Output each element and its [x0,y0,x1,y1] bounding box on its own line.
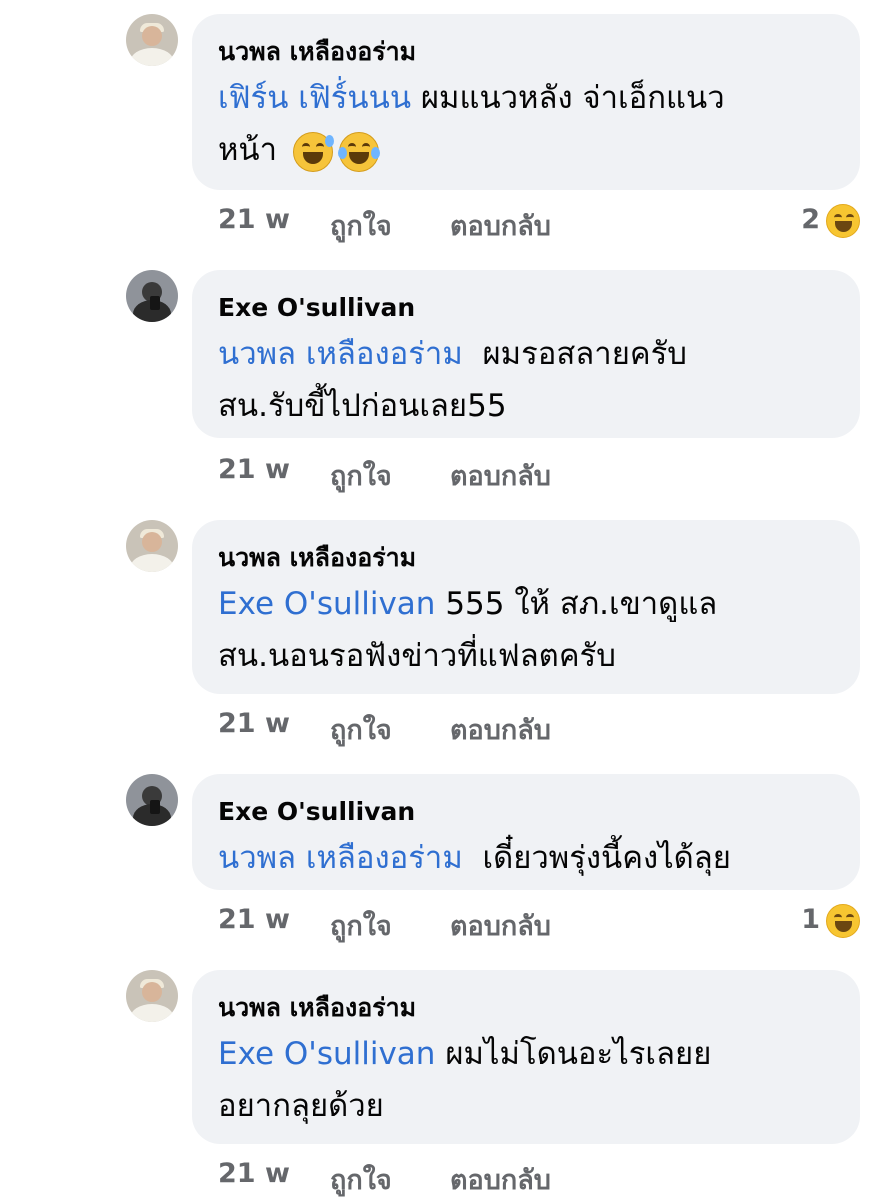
comment-timestamp[interactable]: 21 w [218,204,290,235]
comment-actions: 21 w ถูกใจ ตอบกลับ [218,1158,860,1198]
reaction-count: 2 [801,204,820,235]
grinning-sweat-emoji-icon [292,131,334,172]
comment-bubble: Exe O'sullivan นวพล เหลืองอร่าม ผมรอสลาย… [192,270,860,438]
comment-timestamp[interactable]: 21 w [218,708,290,739]
comment-author[interactable]: นวพล เหลืองอร่าม [218,992,834,1024]
comment-text: เฟิร์น เฟิร์่นนน ผมแนวหลัง จ่าเอ็กแนว หน… [218,72,834,176]
reaction-count: 1 [801,904,820,935]
comment-actions: 21 w ถูกใจ ตอบกลับ 2 [218,204,860,244]
comment-actions: 21 w ถูกใจ ตอบกลับ [218,708,860,748]
avatar[interactable] [126,14,178,66]
comment-actions: 21 w ถูกใจ ตอบกลับ [218,454,860,494]
comment-author[interactable]: Exe O'sullivan [218,796,834,828]
comment-body: 555 ให้ สภ.เขาดูแล [445,586,718,622]
haha-reaction-icon [826,204,860,238]
comment-text: Exe O'sullivan 555 ให้ สภ.เขาดูแล สน.นอน… [218,578,834,682]
like-button[interactable]: ถูกใจ [330,204,392,247]
comment-author[interactable]: นวพล เหลืองอร่าม [218,36,834,68]
tears-of-joy-emoji-icon [337,131,380,172]
comment-text: นวพล เหลืองอร่าม ผมรอสลายครับ สน.รับขี้ไ… [218,328,834,432]
comment-bubble: Exe O'sullivan นวพล เหลืองอร่าม เดี๋ยวพร… [192,774,860,890]
mention-link[interactable]: Exe O'sullivan [218,586,435,622]
comment-body: เดี๋ยวพรุ่งนี้คงได้ลุย [482,840,731,876]
comment-timestamp[interactable]: 21 w [218,454,290,485]
reply-button[interactable]: ตอบกลับ [450,904,551,947]
comment-timestamp[interactable]: 21 w [218,904,290,935]
haha-reaction-icon [826,904,860,938]
comment-body: ผมไม่โดนอะไรเลยย [445,1036,712,1072]
avatar[interactable] [126,774,178,826]
like-button[interactable]: ถูกใจ [330,708,392,751]
comment-text: นวพล เหลืองอร่าม เดี๋ยวพรุ่งนี้คงได้ลุย [218,832,834,884]
like-button[interactable]: ถูกใจ [330,454,392,497]
comment-body-line2: สน.นอนรอฟังข่าวที่แฟลตครับ [218,638,616,674]
comment-body-line2: อยากลุยด้วย [218,1088,384,1124]
comment-author[interactable]: Exe O'sullivan [218,292,834,324]
reply-button[interactable]: ตอบกลับ [450,1158,551,1201]
comment-bubble: นวพล เหลืองอร่าม Exe O'sullivan 555 ให้ … [192,520,860,694]
reply-button[interactable]: ตอบกลับ [450,708,551,751]
mention-link[interactable]: Exe O'sullivan [218,1036,435,1072]
comment-timestamp[interactable]: 21 w [218,1158,290,1189]
comment-text: Exe O'sullivan ผมไม่โดนอะไรเลยย อยากลุยด… [218,1028,834,1132]
mention-link[interactable]: นวพล เหลืองอร่าม [218,336,463,372]
comment-bubble: นวพล เหลืองอร่าม เฟิร์น เฟิร์่นนน ผมแนวห… [192,14,860,190]
comment-author[interactable]: นวพล เหลืองอร่าม [218,542,834,574]
avatar[interactable] [126,970,178,1022]
comment-body-line2: หน้า [218,132,278,168]
avatar[interactable] [126,520,178,572]
avatar[interactable] [126,270,178,322]
reply-button[interactable]: ตอบกลับ [450,204,551,247]
reaction-summary[interactable]: 2 [780,204,860,244]
reply-button[interactable]: ตอบกลับ [450,454,551,497]
like-button[interactable]: ถูกใจ [330,904,392,947]
reaction-summary[interactable]: 1 [780,904,860,944]
comment-bubble: นวพล เหลืองอร่าม Exe O'sullivan ผมไม่โดน… [192,970,860,1144]
mention-link[interactable]: นวพล เหลืองอร่าม [218,840,463,876]
comment-actions: 21 w ถูกใจ ตอบกลับ 1 [218,904,860,944]
comment-body: ผมแนวหลัง จ่าเอ็กแนว [420,80,725,116]
comment-body: ผมรอสลายครับ [482,336,687,372]
like-button[interactable]: ถูกใจ [330,1158,392,1201]
mention-link[interactable]: เฟิร์น เฟิร์่นนน [218,80,411,116]
comment-body-line2: สน.รับขี้ไปก่อนเลย55 [218,388,507,424]
